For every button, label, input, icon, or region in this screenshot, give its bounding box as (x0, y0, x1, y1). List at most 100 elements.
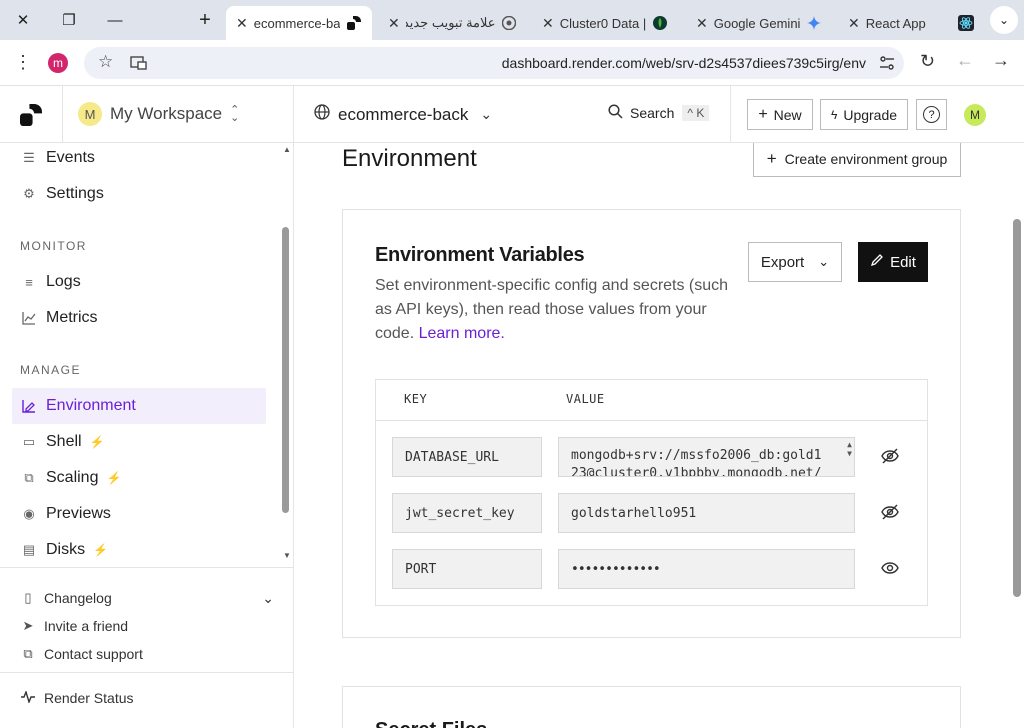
env-key-field[interactable]: PORT (392, 549, 542, 589)
omnibox[interactable]: ☆ dashboard.render.com/web/srv-d2s4537di… (84, 47, 904, 79)
sidebar-item-events[interactable]: ☰ Events (12, 140, 266, 176)
upgrade-button[interactable]: ϟ Upgrade (820, 99, 908, 130)
main-content: Environment + Create environment group En… (294, 143, 1010, 728)
send-icon: ➤ (22, 618, 34, 633)
env-value-field[interactable]: goldstarhello951 (558, 493, 855, 533)
render-logo-icon[interactable] (20, 104, 42, 131)
plus-icon: + (766, 149, 777, 168)
env-key-field[interactable]: jwt_secret_key (392, 493, 542, 533)
reload-icon[interactable]: ↻ (920, 51, 935, 72)
sidebar-item-label: Events (46, 149, 95, 166)
menu-kebab-icon[interactable]: ⋮ (14, 52, 32, 73)
profile-avatar[interactable]: m (48, 53, 68, 73)
footer-label: Changelog (44, 590, 112, 606)
footer-label: Render Status (44, 690, 134, 706)
sidebar-item-metrics[interactable]: Metrics (12, 300, 266, 336)
eye-off-icon[interactable] (881, 447, 901, 467)
mongodb-icon (652, 15, 668, 31)
sidebar-item-shell[interactable]: ▭ Shell ⚡ (12, 424, 266, 460)
export-button[interactable]: Export ⌄ (748, 242, 842, 282)
bookmark-star-icon[interactable]: ☆ (98, 52, 113, 72)
external-link-icon: ⧉ (23, 646, 33, 661)
field-spinner-icon[interactable]: ▲ ▼ (847, 440, 852, 458)
footer-label: Invite a friend (44, 618, 129, 634)
back-icon[interactable]: ← (956, 50, 974, 71)
sidebar-item-label: Metrics (46, 309, 98, 326)
terminal-icon: ▭ (22, 434, 36, 449)
sidebar-item-label: Previews (46, 505, 111, 522)
close-tab-icon[interactable]: ✕ (542, 15, 554, 32)
tab-cluster0[interactable]: ✕ Cluster0 Data | (532, 6, 682, 40)
service-switcher[interactable]: ecommerce-back ⌄ (314, 104, 492, 125)
tab-gemini[interactable]: ✕ Google Gemini (686, 6, 834, 40)
tab-ecommerce[interactable]: ✕ ecommerce-ba (226, 6, 372, 40)
workspace-switcher[interactable]: M My Workspace ⌃ ⌄ (70, 96, 260, 132)
sidebar-scrollbar[interactable]: ▲ ▼ (280, 143, 292, 567)
sidebar-item-environment[interactable]: Environment (12, 388, 266, 424)
render-status-link[interactable]: Render Status (20, 686, 134, 710)
main-scroll-thumb[interactable] (1013, 219, 1021, 597)
disk-icon: ▤ (22, 542, 36, 557)
eye-off-icon[interactable] (881, 503, 901, 523)
tab-search-chevron-icon[interactable]: ⌄ (990, 6, 1018, 34)
preview-icon: ◉ (23, 506, 35, 521)
search-button[interactable]: Search ^ K (608, 104, 710, 122)
environment-variables-card: Environment Variables Set environment-sp… (342, 209, 961, 638)
env-table: KEY VALUE DATABASE_URL mongodb+srv://mss… (375, 379, 928, 606)
contact-support-link[interactable]: ⧉ Contact support (20, 642, 143, 666)
sidebar-scroll-thumb[interactable] (282, 227, 289, 513)
pulse-icon (20, 689, 36, 706)
site-settings-icon[interactable] (878, 54, 896, 77)
sidebar-item-previews[interactable]: ◉ Previews (12, 496, 266, 532)
upgrade-label: Upgrade (843, 106, 898, 123)
sidebar-item-scaling[interactable]: ⧉ Scaling ⚡ (12, 460, 266, 496)
learn-more-link[interactable]: Learn more (419, 325, 501, 342)
eye-icon[interactable] (881, 559, 901, 579)
question-icon: ? (923, 106, 940, 123)
new-tab-icon[interactable]: + (182, 0, 228, 40)
close-tab-icon[interactable]: ✕ (388, 15, 400, 32)
workspace-avatar: M (78, 102, 102, 126)
env-value-field[interactable]: mongodb+srv://mssfo2006_db:gold1 23@clus… (558, 437, 855, 477)
env-key-field[interactable]: DATABASE_URL (392, 437, 542, 477)
secret-files-title: Secret Files (375, 719, 487, 728)
search-label: Search (630, 105, 675, 121)
new-button[interactable]: + New (747, 99, 813, 130)
plus-icon: + (758, 105, 768, 123)
tab-react-app[interactable]: ✕ React App (838, 6, 984, 40)
workspace-name: My Workspace (110, 104, 223, 123)
invite-friend-link[interactable]: ➤ Invite a friend (20, 614, 129, 638)
env-section-title: Environment Variables (375, 244, 585, 266)
restore-window-icon[interactable]: ❐ (46, 0, 92, 40)
bolt-icon: ⚡ (89, 435, 105, 449)
minimize-window-icon[interactable]: — (92, 0, 138, 40)
sidebar-item-logs[interactable]: ≡ Logs (12, 264, 266, 300)
service-name: ecommerce-back (338, 104, 469, 124)
create-environment-group-button[interactable]: + Create environment group (753, 143, 961, 177)
main-scrollbar[interactable] (1010, 143, 1024, 728)
bolt-icon: ⚡ (93, 543, 109, 557)
install-app-icon[interactable] (130, 54, 148, 77)
help-button[interactable]: ? (916, 99, 947, 130)
chevron-updown-icon: ⌃ ⌄ (230, 104, 240, 124)
tab-new-tab[interactable]: ✕ علامة تبويب جديدة (378, 6, 526, 40)
close-window-icon[interactable]: ✕ (0, 0, 46, 40)
changelog-link[interactable]: ▯ Changelog ⌄ (20, 586, 274, 610)
close-tab-icon[interactable]: ✕ (696, 15, 708, 32)
close-tab-icon[interactable]: ✕ (848, 15, 860, 32)
sidebar-item-settings[interactable]: ⚙ Settings (12, 176, 266, 212)
scaling-icon: ⧉ (24, 470, 34, 485)
forward-icon[interactable]: → (992, 50, 1010, 71)
env-value-field[interactable]: ••••••••••••• (558, 549, 855, 589)
user-avatar[interactable]: M (964, 104, 986, 126)
search-shortcut: ^ K (682, 105, 710, 121)
manage-section-title: MANAGE (20, 363, 82, 377)
footer-label: Contact support (44, 646, 143, 662)
sidebar-item-disks[interactable]: ▤ Disks ⚡ (12, 532, 266, 568)
bolt-icon: ⚡ (106, 471, 122, 485)
edit-button[interactable]: Edit (858, 242, 928, 282)
globe-icon (314, 104, 330, 125)
close-tab-icon[interactable]: ✕ (236, 15, 248, 32)
environment-icon (20, 397, 38, 415)
col-header-value: VALUE (566, 392, 605, 406)
